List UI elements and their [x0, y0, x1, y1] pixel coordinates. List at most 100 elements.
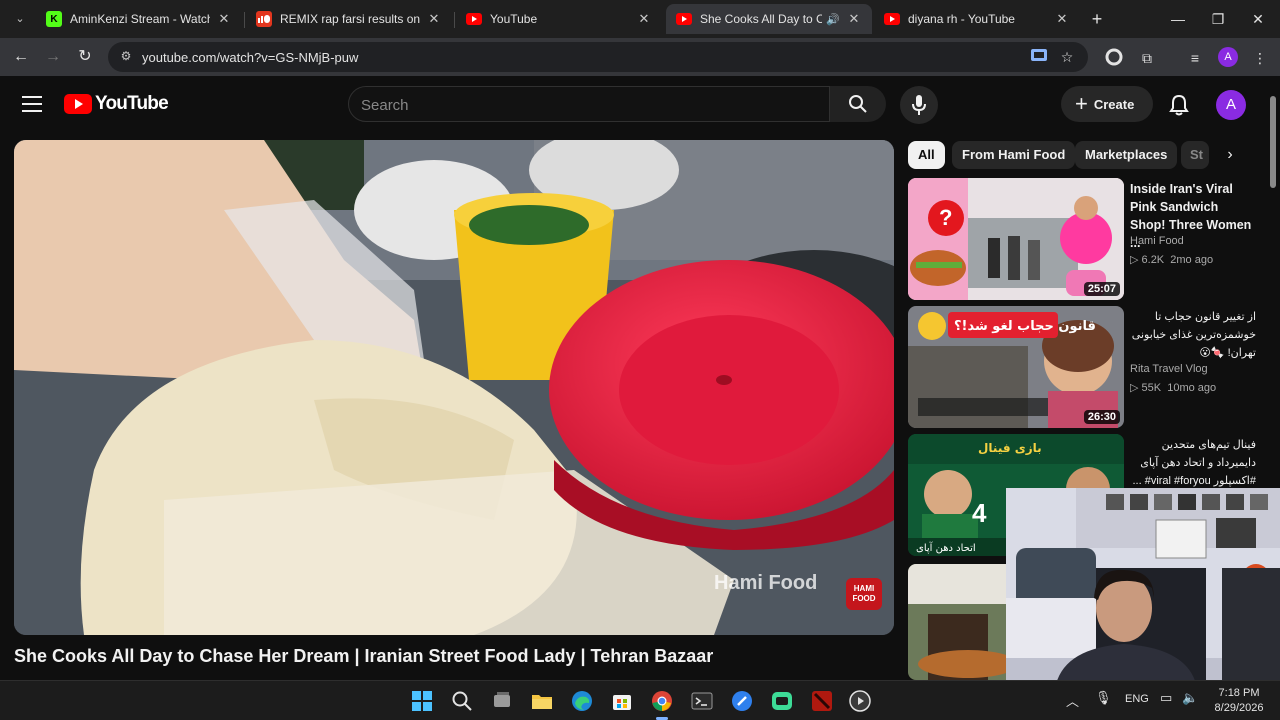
create-button[interactable]: + Create — [1061, 86, 1153, 122]
tab-youtube[interactable]: YouTube ✕ — [456, 4, 662, 34]
webcam-overlay — [1006, 488, 1280, 684]
chip-partial[interactable]: St — [1181, 141, 1209, 169]
views-icon: ▷ — [1130, 254, 1142, 266]
recommendation-title[interactable]: از تغییر قانون حجاب تا خوشمزه‌ترین غذای … — [1130, 308, 1256, 362]
views-icon: ▷ — [1130, 382, 1142, 394]
extension-circle-icon[interactable] — [1104, 48, 1124, 68]
voice-search-button[interactable] — [900, 86, 938, 124]
recommendation-channel[interactable]: Rita Travel Vlog — [1130, 363, 1208, 375]
search-button[interactable] — [830, 86, 886, 122]
language-indicator[interactable]: ENG — [1125, 693, 1149, 705]
windows-start-icon[interactable] — [410, 689, 434, 713]
recommendation-meta: ▷ 55K 10mo ago — [1130, 382, 1217, 394]
clock-date: 8/29/2026 — [1214, 702, 1264, 714]
forward-button[interactable]: → — [42, 46, 64, 68]
youtube-icon — [884, 11, 900, 27]
webcam-image — [1006, 488, 1280, 684]
tab-active-video[interactable]: She Cooks All Day to Chas 🔊 ✕ — [666, 4, 872, 34]
search-icon — [849, 95, 867, 113]
dota-game-icon[interactable] — [810, 689, 834, 713]
soundcloud-icon — [256, 11, 272, 27]
bookmark-star-icon[interactable]: ☆ — [1058, 48, 1076, 66]
menu-hamburger-icon[interactable] — [22, 96, 42, 112]
youtube-header: YouTube + Create A — [0, 76, 1280, 132]
vpn-app-icon[interactable] — [730, 689, 754, 713]
media-control-icon[interactable]: ≡ — [1185, 48, 1205, 68]
microsoft-store-icon[interactable] — [610, 689, 634, 713]
account-avatar[interactable]: A — [1216, 90, 1246, 120]
tray-microphone-icon[interactable]: 🎙 — [1095, 690, 1112, 706]
media-player-icon[interactable] — [848, 689, 872, 713]
back-button[interactable]: ← — [10, 46, 32, 68]
video-duration: 25:07 — [1083, 282, 1120, 296]
close-tab-icon[interactable]: ✕ — [636, 11, 652, 27]
browser-menu-icon[interactable]: ⋮ — [1250, 48, 1270, 68]
recommendation-item[interactable]: ? 25:07 Inside Iran's Viral Pink Sandwic… — [908, 178, 1258, 300]
video-title: She Cooks All Day to Chase Her Dream | I… — [14, 646, 714, 666]
screen: ⌄ K AminKenzi Stream - Watch Liv ✕ REMIX… — [0, 0, 1280, 720]
maximize-button[interactable]: ❐ — [1205, 6, 1231, 32]
system-clock[interactable]: 7:18 PM 8/29/2026 — [1208, 686, 1270, 716]
chip-marketplaces[interactable]: Marketplaces — [1075, 141, 1178, 169]
close-tab-icon[interactable]: ✕ — [1054, 11, 1070, 27]
reload-button[interactable]: ↻ — [74, 46, 96, 68]
recommendation-title[interactable]: فینال تیم‌های متحدین دایمیرداد و اتحاد د… — [1130, 436, 1256, 488]
minimize-button[interactable]: — — [1165, 6, 1191, 32]
video-player[interactable] — [14, 140, 894, 635]
notifications-bell-icon[interactable] — [1166, 92, 1192, 118]
tray-overflow-chevron-icon[interactable]: ︿ — [1066, 691, 1079, 710]
close-tab-icon[interactable]: ✕ — [216, 11, 232, 27]
close-tab-icon[interactable]: ✕ — [846, 11, 862, 27]
task-view-icon[interactable] — [490, 689, 514, 713]
thumbnail-text: بازی فینال — [978, 441, 1042, 455]
chips-next-chevron-icon[interactable]: › — [1218, 143, 1242, 167]
thumbnail-number: 4 — [972, 498, 987, 528]
plus-icon: + — [1075, 91, 1088, 116]
browser-profile-avatar[interactable]: A — [1218, 47, 1238, 67]
close-window-button[interactable]: ✕ — [1245, 6, 1271, 32]
edge-browser-icon[interactable] — [570, 689, 594, 713]
new-tab-button[interactable]: + — [1086, 8, 1108, 30]
video-watermark: Hami Food — [714, 572, 818, 594]
chat-app-icon[interactable] — [770, 689, 794, 713]
chip-from-hami-food[interactable]: From Hami Food — [952, 141, 1076, 169]
chrome-icon[interactable] — [650, 689, 674, 713]
close-tab-icon[interactable]: ✕ — [426, 11, 442, 27]
youtube-icon — [466, 11, 482, 27]
scrollbar-thumb[interactable] — [1270, 96, 1276, 188]
tab-soundcloud[interactable]: REMIX rap farsi results on Sou ✕ — [246, 4, 452, 34]
clock-time: 7:18 PM — [1218, 687, 1260, 699]
chip-all[interactable]: All — [908, 141, 945, 169]
file-explorer-icon[interactable] — [530, 689, 554, 713]
recommendation-meta: ▷ 6.2K 2mo ago — [1130, 254, 1214, 266]
volume-icon[interactable]: 🔈 — [1182, 690, 1198, 706]
address-bar[interactable]: ⚙ youtube.com/watch?v=GS-NMjB-puw ☆ — [108, 42, 1088, 72]
audio-playing-icon[interactable]: 🔊 — [826, 13, 840, 26]
video-thumbnail[interactable]: ? 25:07 — [908, 178, 1124, 300]
youtube-icon — [676, 11, 692, 27]
tab-divider — [244, 12, 245, 28]
video-thumbnail[interactable]: قانون حجاب لغو شد!؟ 26:30 — [908, 306, 1124, 428]
youtube-play-icon — [64, 94, 92, 114]
kick-icon: K — [46, 11, 62, 27]
svg-text:?: ? — [939, 205, 952, 230]
search-box — [348, 86, 830, 122]
tab-diyana[interactable]: diyana rh - YouTube ✕ — [874, 4, 1080, 34]
microphone-icon — [912, 95, 926, 115]
recommendation-channel[interactable]: Hami Food — [1130, 235, 1184, 247]
recommendation-item[interactable]: قانون حجاب لغو شد!؟ 26:30 از تغییر قانون… — [908, 306, 1258, 428]
youtube-logo[interactable]: YouTube — [64, 93, 169, 115]
network-icon[interactable]: ▭ — [1160, 690, 1172, 706]
terminal-icon[interactable] — [690, 689, 714, 713]
thumbnail-caption: اتحاد دهن آپای — [916, 541, 976, 554]
video-duration: 26:30 — [1083, 410, 1120, 424]
taskbar-search-icon[interactable] — [450, 689, 474, 713]
tab-kick[interactable]: K AminKenzi Stream - Watch Liv ✕ — [36, 4, 242, 34]
site-info-icon[interactable]: ⚙ — [118, 49, 134, 65]
search-input[interactable] — [361, 94, 811, 116]
cast-icon[interactable] — [1030, 48, 1048, 66]
url-text[interactable]: youtube.com/watch?v=GS-NMjB-puw — [142, 50, 358, 65]
channel-watermark-badge: HAMI FOOD — [846, 578, 882, 610]
extensions-puzzle-icon[interactable]: ⧉ — [1137, 48, 1157, 68]
tab-search-chevron-icon[interactable]: ⌄ — [10, 9, 30, 29]
